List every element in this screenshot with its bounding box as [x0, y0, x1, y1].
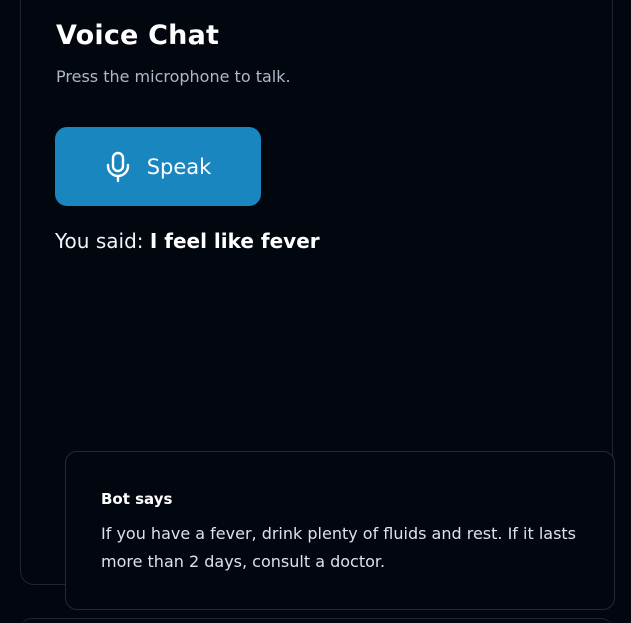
speak-button-label: Speak — [146, 154, 212, 179]
page-subtitle: Press the microphone to talk. — [56, 67, 291, 86]
speak-button[interactable]: Speak — [55, 127, 261, 206]
bot-heading: Bot says — [101, 490, 173, 508]
transcript-text: I feel like fever — [149, 229, 320, 253]
transcript: You said: I feel like fever — [55, 229, 320, 253]
transcript-prefix: You said: — [55, 229, 144, 253]
bot-message: If you have a fever, drink plenty of flu… — [101, 524, 577, 571]
page: Voice Chat Press the microphone to talk.… — [0, 0, 631, 623]
page-title: Voice Chat — [56, 20, 220, 51]
microphone-icon — [105, 151, 131, 183]
bot-response-card: Bot says If you have a fever, drink plen… — [65, 451, 615, 610]
next-card-edge — [20, 618, 613, 623]
